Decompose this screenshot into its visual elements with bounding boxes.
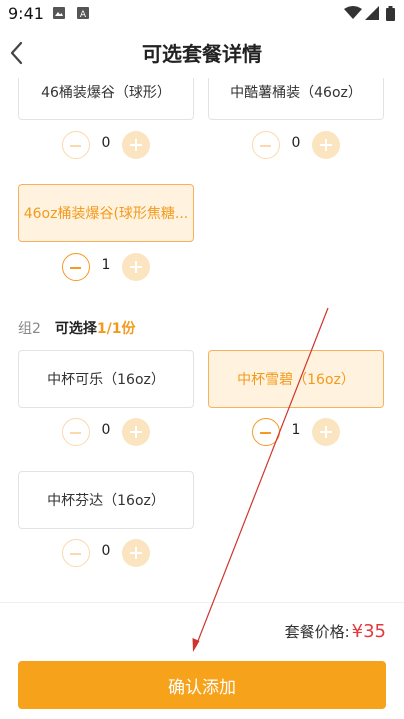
status-time: 9:41 — [8, 4, 44, 23]
item-card-selected[interactable]: 46oz桶装爆谷(球形焦糖... — [18, 184, 194, 242]
quantity-value: 0 — [291, 135, 301, 151]
confirm-add-button[interactable]: 确认添加 — [18, 661, 386, 709]
item-card-selected[interactable]: 中杯雪碧（16oz） — [208, 350, 384, 408]
price-row: 套餐价格: ¥35 — [285, 621, 386, 642]
quantity-value: 1 — [291, 422, 301, 438]
quantity-value: 1 — [101, 257, 111, 273]
nav-bar: 可选套餐详情 — [0, 28, 404, 78]
minus-button[interactable] — [62, 539, 90, 567]
price-value: ¥35 — [351, 621, 386, 642]
footer-bar: 套餐价格: ¥35 确认添加 — [0, 602, 404, 719]
page-title: 可选套餐详情 — [142, 42, 262, 66]
item-name: 中杯可乐（16oz） — [47, 372, 165, 388]
wifi-icon — [344, 6, 362, 19]
plus-button[interactable] — [312, 418, 340, 446]
item-card[interactable]: 中杯可乐（16oz） — [18, 350, 194, 408]
item-name: 中杯雪碧（16oz） — [237, 372, 355, 388]
group-header: 组2 可选择1/1份 — [18, 318, 136, 338]
plus-button[interactable] — [122, 418, 150, 446]
minus-button[interactable] — [62, 131, 90, 159]
status-bar: 9:41 A — [0, 0, 404, 28]
item-name: 46oz桶装爆谷(球形焦糖... — [23, 206, 189, 222]
quantity-stepper: 0 — [252, 131, 342, 161]
minus-button[interactable] — [252, 418, 280, 446]
battery-icon — [386, 6, 395, 21]
package-content[interactable]: 46桶装爆谷（球形） 中酷薯桶装（46oz） 0 0 46oz桶装爆谷(球形焦糖… — [0, 78, 404, 602]
minus-button[interactable] — [252, 131, 280, 159]
signal-icon — [365, 6, 379, 20]
quantity-stepper: 0 — [62, 131, 152, 161]
minus-button[interactable] — [62, 253, 90, 281]
item-card[interactable]: 46桶装爆谷（球形） — [18, 78, 194, 120]
group-name: 组2 — [18, 321, 41, 337]
svg-text:A: A — [80, 10, 87, 20]
quantity-value: 0 — [101, 135, 111, 151]
item-card[interactable]: 中酷薯桶装（46oz） — [208, 78, 384, 120]
minus-button[interactable] — [62, 418, 90, 446]
quantity-value: 0 — [101, 543, 111, 559]
plus-button[interactable] — [122, 253, 150, 281]
item-card[interactable]: 中杯芬达（16oz） — [18, 471, 194, 529]
item-name: 中酷薯桶装（46oz） — [230, 85, 362, 101]
plus-button[interactable] — [122, 131, 150, 159]
price-label: 套餐价格: — [284, 623, 350, 641]
plus-button[interactable] — [312, 131, 340, 159]
quantity-value: 0 — [101, 422, 111, 438]
image-icon — [53, 7, 65, 19]
plus-button[interactable] — [122, 539, 150, 567]
quantity-stepper: 0 — [62, 539, 152, 569]
a-icon: A — [77, 7, 89, 20]
quantity-stepper: 1 — [62, 253, 152, 283]
group-select-count: 1/1份 — [96, 321, 136, 337]
quantity-stepper: 0 — [62, 418, 152, 448]
group-select-label: 可选择 — [54, 321, 97, 337]
item-name: 46桶装爆谷（球形） — [41, 85, 171, 101]
item-name: 中杯芬达（16oz） — [47, 493, 165, 509]
quantity-stepper: 1 — [252, 418, 342, 448]
